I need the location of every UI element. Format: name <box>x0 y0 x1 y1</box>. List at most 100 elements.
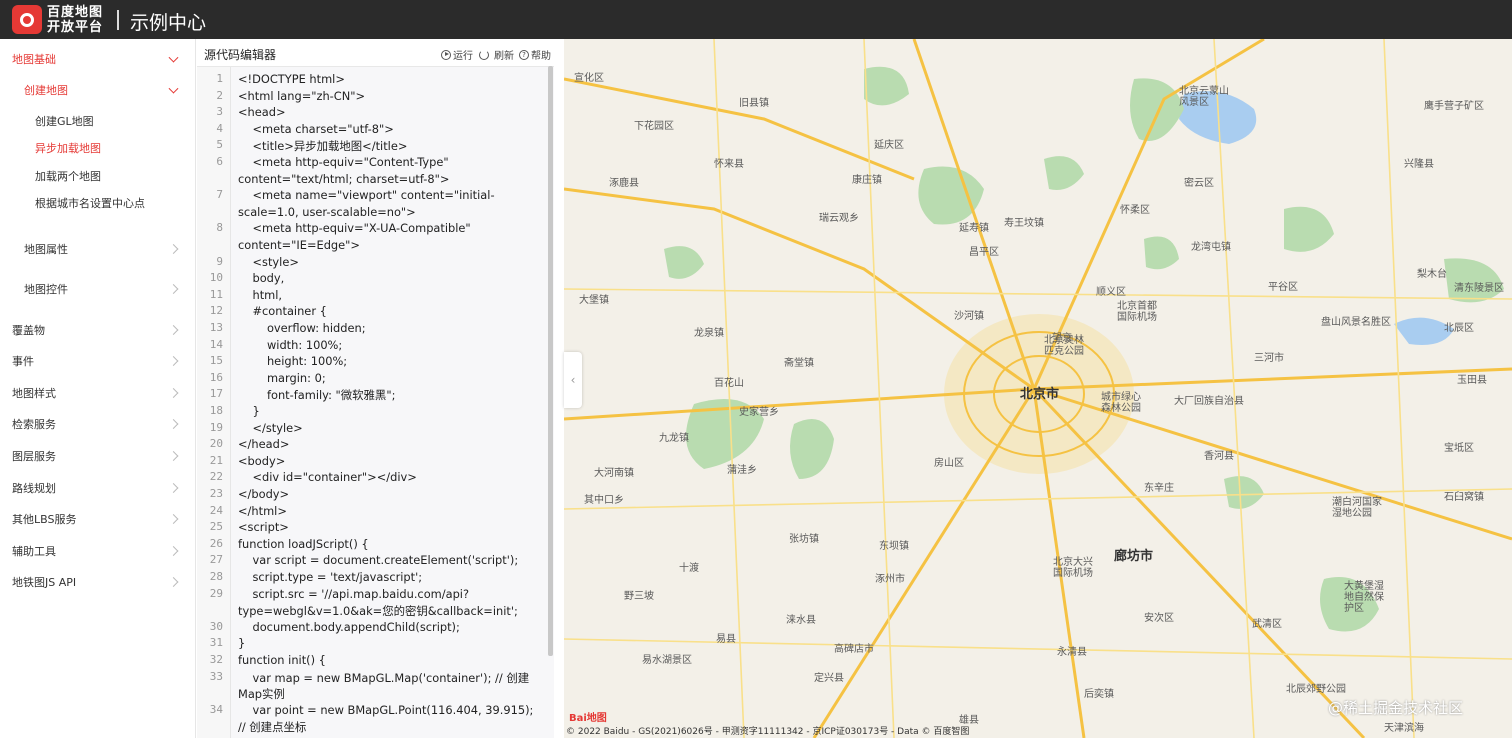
code-line: <html lang="zh-CN"> <box>238 88 366 103</box>
chevron-right-icon <box>168 284 179 294</box>
map-place-label: 延寿镇 <box>959 223 989 234</box>
chevron-right-icon <box>168 483 179 493</box>
sidebar-item-label: 地图属性 <box>24 243 68 256</box>
refresh-button[interactable]: 刷新 <box>479 47 514 62</box>
map-place-label: 三河市 <box>1254 353 1284 364</box>
code-line: </style> <box>238 420 303 435</box>
refresh-icon <box>479 49 489 60</box>
map-place-label: 天津滨海 <box>1384 723 1424 734</box>
sidebar-item-map-styles[interactable]: 地图样式 <box>0 381 195 405</box>
map-place-label: 高碑店市 <box>834 644 874 655</box>
collapse-editor-button[interactable]: ‹ <box>564 352 582 408</box>
map-place-label: 定兴县 <box>814 673 844 684</box>
sidebar-item-search-services[interactable]: 检索服务 <box>0 412 195 436</box>
map-place-label: 玉田县 <box>1457 375 1487 386</box>
sidebar-item-subway-api[interactable]: 地铁图JS API <box>0 570 195 594</box>
map-place-label: 北京云蒙山风景区 <box>1179 86 1229 108</box>
map-place-label: 宣化区 <box>574 73 604 84</box>
line-number: 3 <box>216 105 223 119</box>
code-line: <meta charset="utf-8"> <box>238 121 394 136</box>
code-line: #container { <box>238 304 327 319</box>
map-place-label: 大河南镇 <box>594 468 634 479</box>
sidebar-item-label: 加载两个地图 <box>35 170 101 183</box>
code-line: overflow: hidden; <box>238 321 366 335</box>
sidebar-item-label: 覆盖物 <box>12 324 45 337</box>
brand-name[interactable]: 百度地图 开放平台 <box>47 6 111 34</box>
map-place-label: 康庄镇 <box>852 175 882 186</box>
sidebar-item-map-basics[interactable]: 地图基础 <box>0 47 195 71</box>
baidu-map-watermark-logo: Bai地图 <box>569 713 607 724</box>
editor-scrollbar[interactable] <box>548 66 553 656</box>
sidebar-item-label: 异步加载地图 <box>35 142 101 155</box>
sidebar-item-route-planning[interactable]: 路线规划 <box>0 476 195 500</box>
code-line: <meta http-equiv="Content-Type" <box>238 155 449 169</box>
sidebar-item-label: 地图样式 <box>12 387 56 400</box>
baidu-map-logo-icon[interactable] <box>12 5 42 34</box>
line-number: 31 <box>209 636 223 650</box>
map-place-label: 怀柔区 <box>1120 205 1150 216</box>
line-number: 34 <box>209 702 223 716</box>
line-number: 11 <box>209 287 223 301</box>
code-line: var point = new BMapGL.Point(116.404, 39… <box>238 702 534 717</box>
sidebar-item-tools[interactable]: 辅助工具 <box>0 539 195 563</box>
map-place-label: 昌平区 <box>969 247 999 258</box>
chevron-right-icon <box>168 577 179 587</box>
map-place-label: 旧县镇 <box>739 98 769 109</box>
map-place-label: 野三坡 <box>624 591 654 602</box>
map-place-label: 后奕镇 <box>1084 689 1114 700</box>
chevron-right-icon <box>168 356 179 366</box>
sidebar-item-label: 检索服务 <box>12 418 56 431</box>
sidebar-item-overlays[interactable]: 覆盖物 <box>0 318 195 342</box>
line-number: 12 <box>209 304 223 318</box>
sidebar-item-center-by-city[interactable]: 根据城市名设置中心点 <box>0 191 195 215</box>
code-line: <div id="container"></div> <box>238 470 417 485</box>
map-place-label: 沙河镇 <box>954 311 984 322</box>
sidebar-item-load-two-maps[interactable]: 加载两个地图 <box>0 164 195 188</box>
map-place-label: 涿州市 <box>875 574 905 585</box>
map-place-label: 平谷区 <box>1268 282 1298 293</box>
map-place-label: 兴隆县 <box>1404 159 1434 170</box>
sidebar-item-label: 创建GL地图 <box>35 115 94 128</box>
code-line: function init() { <box>238 653 326 667</box>
line-number: 5 <box>216 138 223 152</box>
line-number: 17 <box>209 387 223 401</box>
code-line: } <box>238 404 260 418</box>
map-place-label: 史家营乡 <box>739 407 779 418</box>
sidebar-item-events[interactable]: 事件 <box>0 349 195 373</box>
code-line: <body> <box>238 453 286 468</box>
chevron-right-icon <box>168 325 179 335</box>
map-place-label: 盘山风景名胜区 <box>1321 317 1391 328</box>
map-place-label: 清东陵景区 <box>1454 283 1504 294</box>
sidebar-item-async-load-map[interactable]: 异步加载地图 <box>0 136 195 160</box>
line-number: 16 <box>209 370 223 384</box>
map-place-label: 顺义区 <box>1096 287 1126 298</box>
map-place-label: 武清区 <box>1252 619 1282 630</box>
map-place-label: 龙湾屯镇 <box>1191 242 1231 253</box>
sidebar-item-create-gl-map[interactable]: 创建GL地图 <box>0 109 195 133</box>
map-place-label: 九龙镇 <box>659 433 689 444</box>
map-place-label: 大堡镇 <box>579 295 609 306</box>
map-view[interactable]: 北京市 廊坊市 宣化区 旧县镇 下花园区 延庆区 怀来县 康庄镇 北京云蒙山风景… <box>564 39 1512 738</box>
sidebar-item-layer-services[interactable]: 图层服务 <box>0 444 195 468</box>
sidebar-item-map-properties[interactable]: 地图属性 <box>0 237 195 261</box>
code-line: Map实例 <box>238 687 285 702</box>
sidebar-item-create-map[interactable]: 创建地图 <box>0 78 195 102</box>
map-place-label: 北京大兴国际机场 <box>1053 557 1093 579</box>
help-button[interactable]: ? 帮助 <box>519 47 551 62</box>
sidebar-item-other-lbs[interactable]: 其他LBS服务 <box>0 507 195 531</box>
line-number: 13 <box>209 321 223 334</box>
map-place-label: 大厂回族自治县 <box>1174 396 1244 407</box>
map-place-label: 北京首都国际机场 <box>1117 301 1157 323</box>
run-button[interactable]: 运行 <box>441 47 473 62</box>
map-place-label: 梨木台 <box>1417 269 1447 280</box>
map-place-label: 百花山 <box>714 378 744 389</box>
code-line: width: 100%; <box>238 337 343 352</box>
code-line: content="IE=Edge"> <box>238 238 360 252</box>
sidebar-item-map-controls[interactable]: 地图控件 <box>0 277 195 301</box>
map-place-label: 龙泉镇 <box>694 328 724 339</box>
code-editor[interactable]: 1 2 3 4 5 6 7 8 9 10 11 12 13 14 15 16 17 18 19 20 21 22 23 24 2… <box>197 66 554 738</box>
line-number: 19 <box>209 420 223 434</box>
line-number: 6 <box>216 155 223 168</box>
code-line: document.body.appendChild(script); <box>238 619 460 634</box>
sidebar-item-label: 其他LBS服务 <box>12 513 77 526</box>
